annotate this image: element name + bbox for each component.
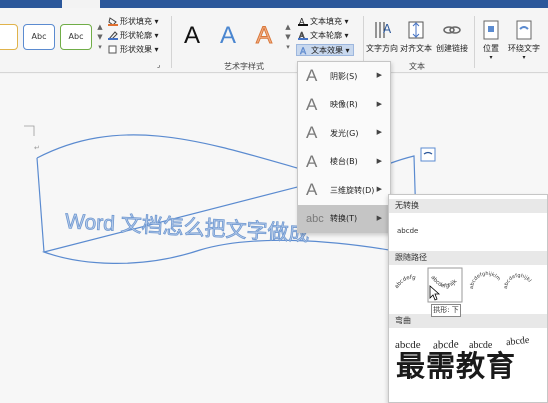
reflection-icon: A xyxy=(306,94,318,114)
chevron-right-icon: ▶ xyxy=(376,156,382,165)
menu-item-shadow[interactable]: A 阴影(S) ▶ xyxy=(298,62,390,91)
section-follow-path: 跟随路径 xyxy=(389,251,547,265)
menu-item-label: 棱台(B) xyxy=(330,157,358,167)
chevron-right-icon: ▶ xyxy=(376,213,382,222)
menu-item-label: 阴影(S) xyxy=(330,71,358,81)
chevron-right-icon: ▶ xyxy=(376,99,382,108)
menu-item-bevel[interactable]: A 棱台(B) ▶ xyxy=(298,148,390,177)
text-effects-menu: A 阴影(S) ▶ A 映像(R) ▶ A 发光(G) ▶ A 棱台(B) ▶ … xyxy=(297,61,391,233)
watermark: 最需教育 xyxy=(396,349,517,383)
menu-item-label: 发光(G) xyxy=(330,128,359,138)
section-no-transform: 无转换 xyxy=(389,199,547,213)
menu-item-label: 三维旋转(D) xyxy=(330,185,375,195)
section-warp: 弯曲 xyxy=(389,314,547,328)
follow-path-row: abcdefg abcdefghijk abcdefghijklm abcdef… xyxy=(389,265,547,305)
bevel-icon: A xyxy=(306,151,318,171)
path-option-circle[interactable]: abcdefghijklm xyxy=(469,271,502,289)
mouse-cursor-icon xyxy=(429,285,441,301)
3d-rotation-icon: A xyxy=(306,180,318,200)
glow-icon: A xyxy=(306,123,318,143)
chevron-right-icon: ▶ xyxy=(376,185,382,193)
paragraph-mark: ↵ xyxy=(34,144,40,152)
menu-item-3d-rotation[interactable]: A 三维旋转(D) ▶ xyxy=(298,176,390,205)
transform-icon: abc xyxy=(306,212,324,225)
tooltip: 拱形: 下 xyxy=(431,304,461,317)
menu-item-label: 转换(T) xyxy=(330,214,358,224)
chevron-right-icon: ▶ xyxy=(376,128,382,136)
no-transform-row: abcde xyxy=(389,213,547,251)
transform-option-none[interactable]: abcde xyxy=(397,227,418,235)
menu-item-glow[interactable]: A 发光(G) ▶ xyxy=(298,119,390,148)
menu-item-label: 映像(R) xyxy=(330,100,358,110)
shadow-icon: A xyxy=(306,66,318,86)
page-corner-mark xyxy=(24,125,35,136)
menu-item-transform[interactable]: abc 转换(T) ▶ xyxy=(298,204,390,233)
menu-item-reflection[interactable]: A 映像(R) ▶ xyxy=(298,91,390,120)
chevron-right-icon: ▶ xyxy=(376,71,382,79)
layout-options-icon[interactable] xyxy=(420,147,436,162)
path-option-arch-up[interactable]: abcdefg xyxy=(394,275,416,290)
path-option-button[interactable]: abcdefghijkl xyxy=(503,273,532,289)
